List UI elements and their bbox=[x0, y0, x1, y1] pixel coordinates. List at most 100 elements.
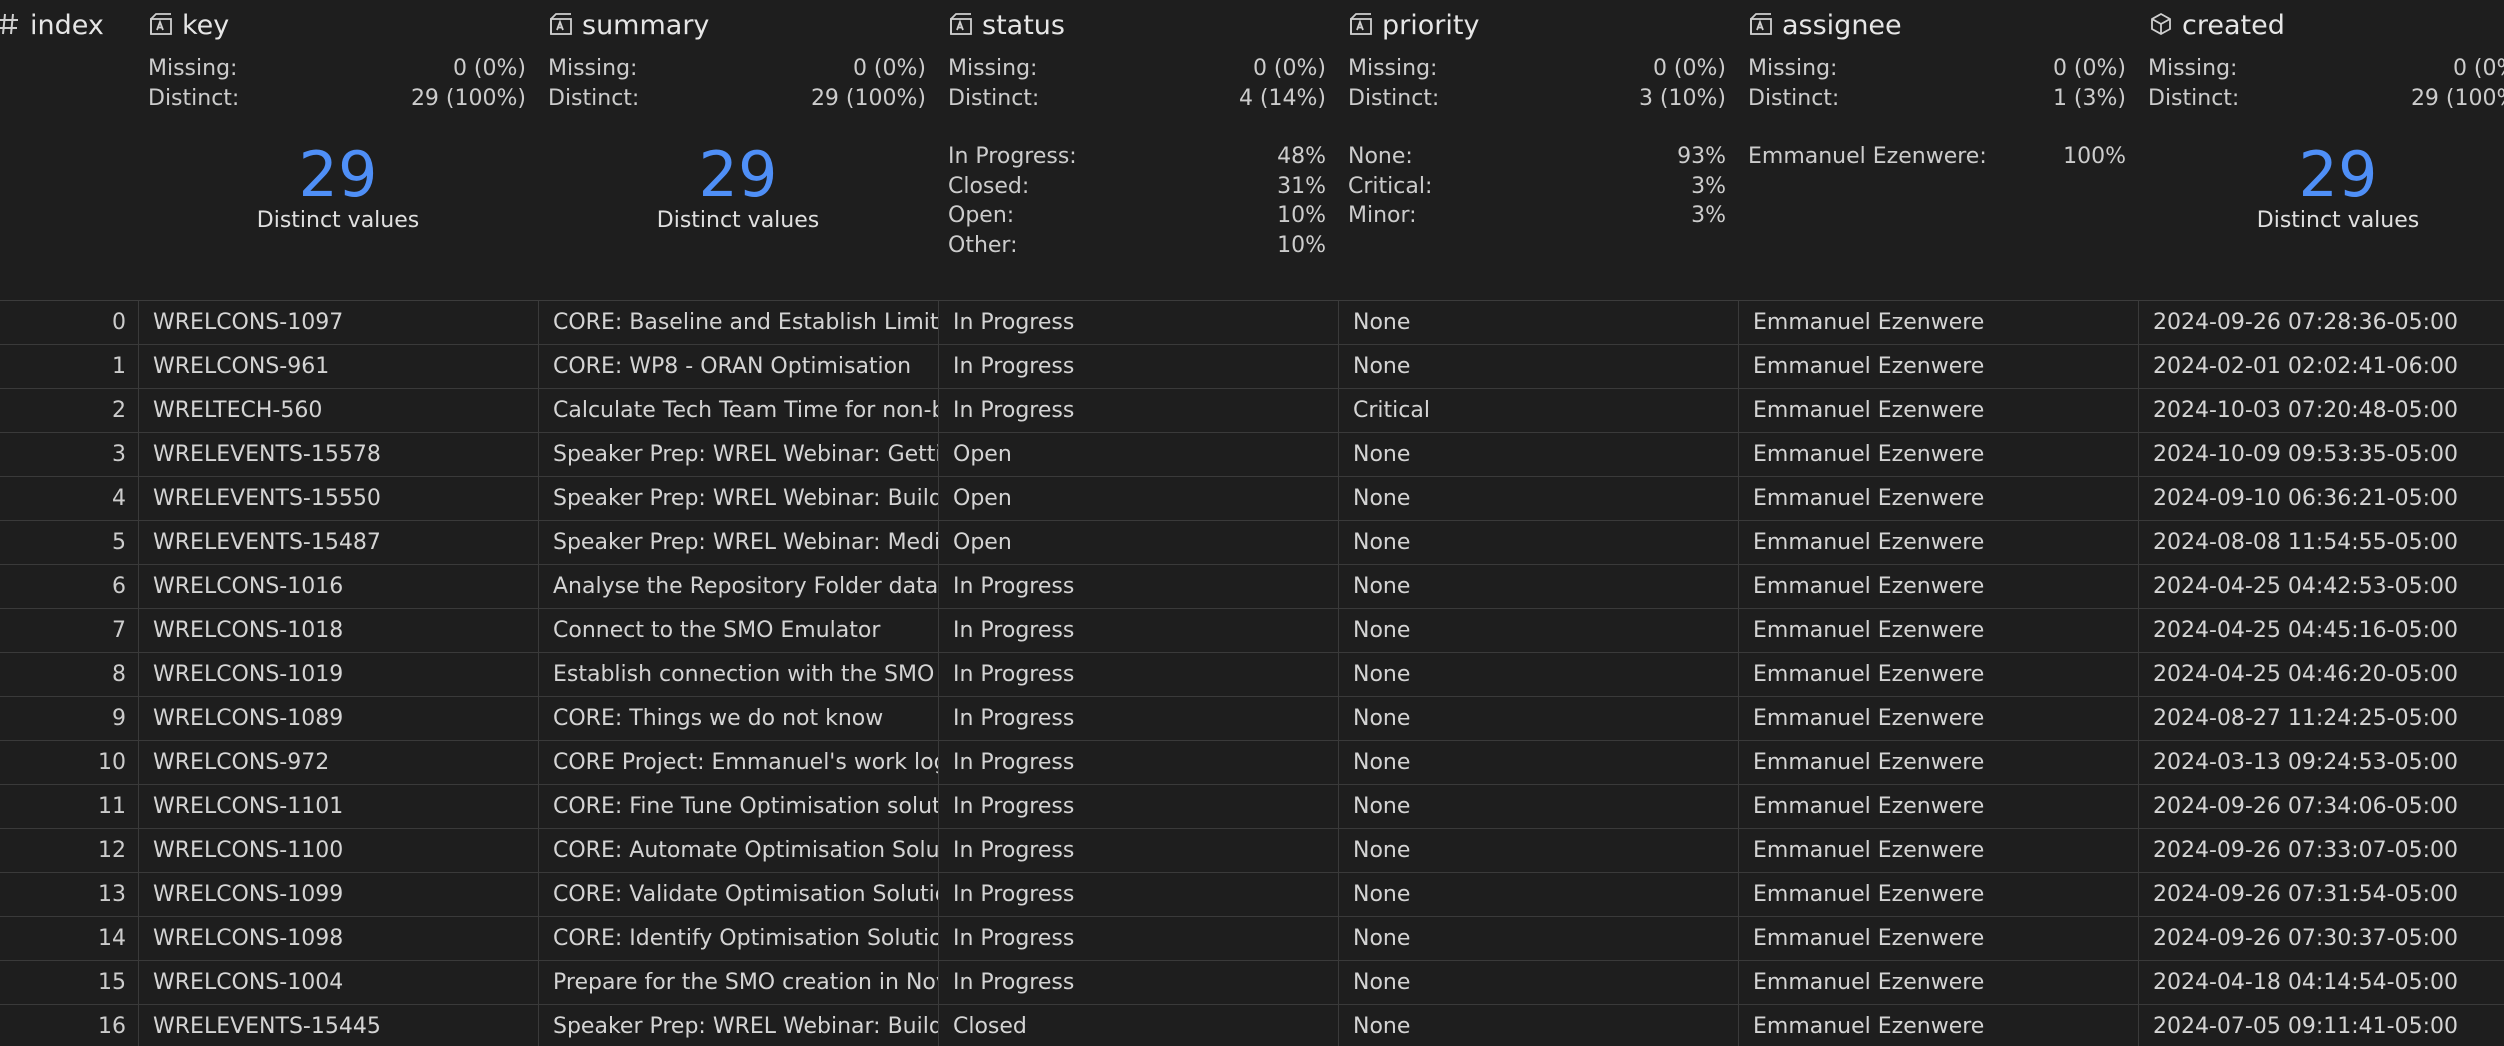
priority-cell[interactable]: None bbox=[1338, 345, 1738, 389]
row-index[interactable]: 13 bbox=[0, 873, 138, 917]
assignee-cell[interactable]: Emmanuel Ezenwere bbox=[1738, 565, 2138, 609]
status-cell[interactable]: In Progress bbox=[938, 829, 1338, 873]
status-cell[interactable]: In Progress bbox=[938, 917, 1338, 961]
created-cell[interactable]: 2024-04-18 04:14:54-05:00 bbox=[2138, 961, 2504, 1005]
table-row[interactable]: 2 WRELTECH-560 Calculate Tech Team Time fo… bbox=[0, 389, 2504, 433]
summary-cell[interactable]: CORE: Baseline and Establish Limits of bbox=[538, 301, 938, 345]
key-cell[interactable]: WRELEVENTS-15550 bbox=[138, 477, 538, 521]
column-header-assignee[interactable]: assignee Missing: 0 (0%) Distinct: 1 (3%) Emm… bbox=[1738, 0, 2138, 300]
column-header-priority[interactable]: priority Missing: 0 (0%) Distinct: 3 (10%) No… bbox=[1338, 0, 1738, 300]
key-cell[interactable]: WRELCONS-961 bbox=[138, 345, 538, 389]
key-cell[interactable]: WRELCONS-1018 bbox=[138, 609, 538, 653]
key-cell[interactable]: WRELCONS-1019 bbox=[138, 653, 538, 697]
created-cell[interactable]: 2024-09-26 07:33:07-05:00 bbox=[2138, 829, 2504, 873]
assignee-cell[interactable]: Emmanuel Ezenwere bbox=[1738, 785, 2138, 829]
assignee-cell[interactable]: Emmanuel Ezenwere bbox=[1738, 873, 2138, 917]
summary-cell[interactable]: CORE: Things we do not know bbox=[538, 697, 938, 741]
status-cell[interactable]: Open bbox=[938, 433, 1338, 477]
assignee-cell[interactable]: Emmanuel Ezenwere bbox=[1738, 609, 2138, 653]
column-header-key[interactable]: key Missing: 0 (0%) Distinct: 29 (100%) 29 Dis… bbox=[138, 0, 538, 300]
column-header-summary[interactable]: summary Missing: 0 (0%) Distinct: 29 (100%) 2… bbox=[538, 0, 938, 300]
created-cell[interactable]: 2024-09-26 07:34:06-05:00 bbox=[2138, 785, 2504, 829]
status-cell[interactable]: Open bbox=[938, 477, 1338, 521]
row-index[interactable]: 9 bbox=[0, 697, 138, 741]
summary-cell[interactable]: CORE: Validate Optimisation Solution bbox=[538, 873, 938, 917]
summary-cell[interactable]: Speaker Prep: WREL Webinar: Medica bbox=[538, 521, 938, 565]
row-index[interactable]: 12 bbox=[0, 829, 138, 873]
key-cell[interactable]: WRELCONS-1097 bbox=[138, 301, 538, 345]
status-cell[interactable]: Closed bbox=[938, 1005, 1338, 1046]
column-title[interactable]: assignee bbox=[1748, 10, 1902, 41]
row-index[interactable]: 1 bbox=[0, 345, 138, 389]
summary-cell[interactable]: CORE: Fine Tune Optimisation solutio bbox=[538, 785, 938, 829]
priority-cell[interactable]: None bbox=[1338, 433, 1738, 477]
key-cell[interactable]: WRELTECH-560 bbox=[138, 389, 538, 433]
table-row[interactable]: 14 WRELCONS-1098 CORE: Identify Optimisati… bbox=[0, 917, 2504, 961]
row-index[interactable]: 4 bbox=[0, 477, 138, 521]
key-cell[interactable]: WRELEVENTS-15445 bbox=[138, 1005, 538, 1046]
assignee-cell[interactable]: Emmanuel Ezenwere bbox=[1738, 433, 2138, 477]
key-cell[interactable]: WRELCONS-1099 bbox=[138, 873, 538, 917]
key-cell[interactable]: WRELEVENTS-15487 bbox=[138, 521, 538, 565]
table-row[interactable]: 9 WRELCONS-1089 CORE: Things we do not kno… bbox=[0, 697, 2504, 741]
row-index[interactable]: 5 bbox=[0, 521, 138, 565]
assignee-cell[interactable]: Emmanuel Ezenwere bbox=[1738, 653, 2138, 697]
priority-cell[interactable]: None bbox=[1338, 829, 1738, 873]
column-title[interactable]: created bbox=[2148, 10, 2285, 41]
priority-cell[interactable]: None bbox=[1338, 609, 1738, 653]
row-index[interactable]: 6 bbox=[0, 565, 138, 609]
created-cell[interactable]: 2024-09-26 07:31:54-05:00 bbox=[2138, 873, 2504, 917]
status-cell[interactable]: In Progress bbox=[938, 873, 1338, 917]
priority-cell[interactable]: None bbox=[1338, 873, 1738, 917]
summary-cell[interactable]: Analyse the Repository Folder data bbox=[538, 565, 938, 609]
assignee-cell[interactable]: Emmanuel Ezenwere bbox=[1738, 345, 2138, 389]
table-row[interactable]: 7 WRELCONS-1018 Connect to the SMO Emulato… bbox=[0, 609, 2504, 653]
table-row[interactable]: 8 WRELCONS-1019 Establish connection with … bbox=[0, 653, 2504, 697]
key-cell[interactable]: WRELCONS-1098 bbox=[138, 917, 538, 961]
summary-cell[interactable]: CORE: Automate Optimisation Soluti bbox=[538, 829, 938, 873]
row-index[interactable]: 15 bbox=[0, 961, 138, 1005]
row-index[interactable]: 2 bbox=[0, 389, 138, 433]
column-header-status[interactable]: status Missing: 0 (0%) Distinct: 4 (14%) In P… bbox=[938, 0, 1338, 300]
key-cell[interactable]: WRELCONS-1089 bbox=[138, 697, 538, 741]
column-title[interactable]: priority bbox=[1348, 10, 1479, 41]
key-cell[interactable]: WRELCONS-1100 bbox=[138, 829, 538, 873]
key-cell[interactable]: WRELEVENTS-15578 bbox=[138, 433, 538, 477]
status-cell[interactable]: In Progress bbox=[938, 301, 1338, 345]
created-cell[interactable]: 2024-10-03 07:20:48-05:00 bbox=[2138, 389, 2504, 433]
table-row[interactable]: 10 WRELCONS-972 CORE Project: Emmanuel's w… bbox=[0, 741, 2504, 785]
status-cell[interactable]: In Progress bbox=[938, 345, 1338, 389]
table-row[interactable]: 1 WRELCONS-961 CORE: WP8 - ORAN Optimisati… bbox=[0, 345, 2504, 389]
assignee-cell[interactable]: Emmanuel Ezenwere bbox=[1738, 741, 2138, 785]
assignee-cell[interactable]: Emmanuel Ezenwere bbox=[1738, 521, 2138, 565]
created-cell[interactable]: 2024-07-05 09:11:41-05:00 bbox=[2138, 1005, 2504, 1046]
table-row[interactable]: 13 WRELCONS-1099 CORE: Validate Optimisati… bbox=[0, 873, 2504, 917]
table-row[interactable]: 4 WRELEVENTS-15550 Speaker Prep: WREL Webi… bbox=[0, 477, 2504, 521]
created-cell[interactable]: 2024-09-26 07:28:36-05:00 bbox=[2138, 301, 2504, 345]
status-cell[interactable]: In Progress bbox=[938, 565, 1338, 609]
table-row[interactable]: 0 WRELCONS-1097 CORE: Baseline and Establi… bbox=[0, 301, 2504, 345]
priority-cell[interactable]: None bbox=[1338, 741, 1738, 785]
created-cell[interactable]: 2024-04-25 04:45:16-05:00 bbox=[2138, 609, 2504, 653]
status-cell[interactable]: Open bbox=[938, 521, 1338, 565]
table-row[interactable]: 12 WRELCONS-1100 CORE: Automate Optimisati… bbox=[0, 829, 2504, 873]
status-cell[interactable]: In Progress bbox=[938, 609, 1338, 653]
column-title[interactable]: index bbox=[0, 10, 104, 41]
status-cell[interactable]: In Progress bbox=[938, 785, 1338, 829]
created-cell[interactable]: 2024-08-08 11:54:55-05:00 bbox=[2138, 521, 2504, 565]
priority-cell[interactable]: None bbox=[1338, 1005, 1738, 1046]
summary-cell[interactable]: Prepare for the SMO creation in Nov bbox=[538, 961, 938, 1005]
summary-cell[interactable]: Speaker Prep: WREL Webinar: Getting bbox=[538, 433, 938, 477]
column-title[interactable]: key bbox=[148, 10, 229, 41]
status-cell[interactable]: In Progress bbox=[938, 961, 1338, 1005]
assignee-cell[interactable]: Emmanuel Ezenwere bbox=[1738, 389, 2138, 433]
created-cell[interactable]: 2024-09-10 06:36:21-05:00 bbox=[2138, 477, 2504, 521]
table-row[interactable]: 3 WRELEVENTS-15578 Speaker Prep: WREL Webi… bbox=[0, 433, 2504, 477]
column-header-index[interactable]: index bbox=[0, 0, 138, 300]
row-index[interactable]: 16 bbox=[0, 1005, 138, 1046]
column-header-created[interactable]: created Missing: 0 (0%) Distinct: 29 (100%) 2… bbox=[2138, 0, 2504, 300]
table-row[interactable]: 15 WRELCONS-1004 Prepare for the SMO creat… bbox=[0, 961, 2504, 1005]
table-row[interactable]: 11 WRELCONS-1101 CORE: Fine Tune Optimisat… bbox=[0, 785, 2504, 829]
summary-cell[interactable]: Calculate Tech Team Time for non-bil bbox=[538, 389, 938, 433]
priority-cell[interactable]: None bbox=[1338, 917, 1738, 961]
